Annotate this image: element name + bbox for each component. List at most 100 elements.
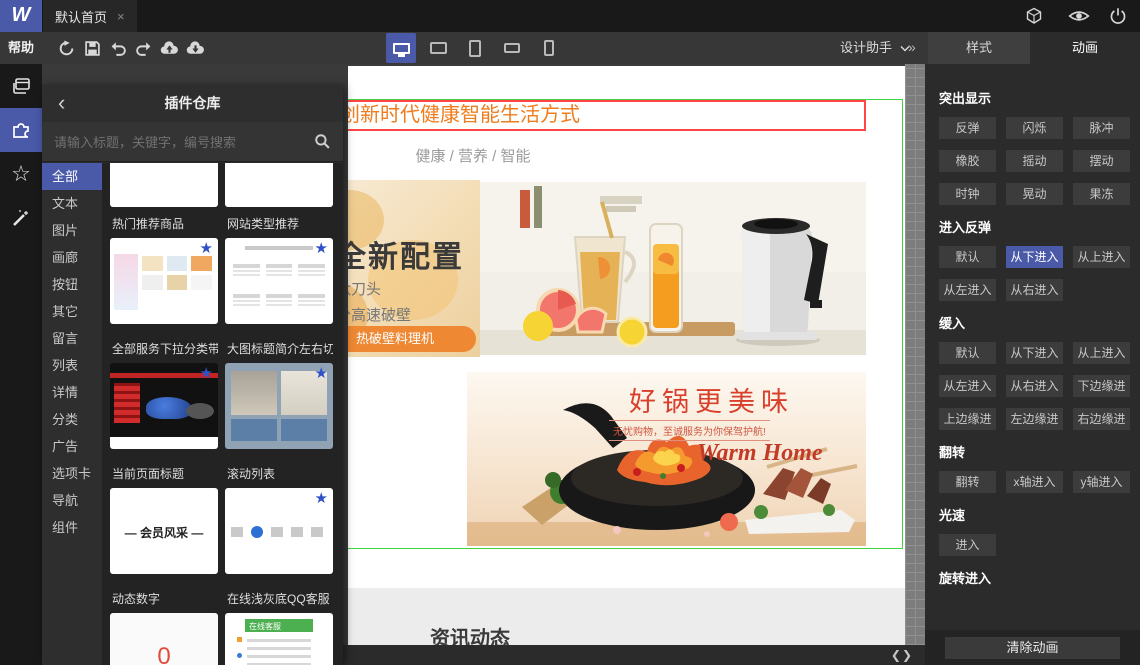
plugin-list-scroll[interactable]: 热门推荐商品 ★ 网站类型推荐 ★ 全部服务下拉分类带... ★ 大图标题简介左右切... ★… [102, 163, 343, 665]
star-badge-icon[interactable]: ★ [315, 491, 328, 506]
plugin-thumbnail[interactable]: ★ [110, 238, 218, 324]
save-icon[interactable] [84, 40, 101, 57]
animation-option-button[interactable]: 摇动 [1006, 150, 1063, 172]
animation-option-button[interactable]: 进入 [939, 534, 996, 556]
plugin-thumbnail[interactable] [225, 163, 333, 207]
page-preview[interactable]: 开创新时代健康智能生活方式 健康 / 营养 / 智能 全新配置 钛刀头 分高速破… [348, 66, 905, 645]
plugin-item[interactable]: 滚动列表 ★ [225, 465, 333, 574]
sidebar-item-wizard[interactable] [0, 196, 42, 240]
sidebar-item-plugins[interactable] [0, 108, 42, 152]
category-item[interactable]: 分类 [42, 406, 102, 433]
category-item[interactable]: 按钮 [42, 271, 102, 298]
animation-option-button[interactable]: 从上进入 [1073, 342, 1130, 364]
canvas-scrollbar[interactable] [905, 64, 925, 645]
category-item[interactable]: 选项卡 [42, 460, 102, 487]
category-item[interactable]: 文本 [42, 190, 102, 217]
animation-option-button[interactable]: 默认 [939, 246, 996, 268]
design-assistant-dropdown[interactable]: 设计助手 [840, 32, 910, 64]
category-item[interactable]: 全部 [42, 163, 102, 190]
category-item[interactable]: 导航 [42, 487, 102, 514]
animation-option-button[interactable]: 脉冲 [1073, 117, 1130, 139]
animation-option-button[interactable]: 摆动 [1073, 150, 1130, 172]
plugin-item[interactable]: 大图标题简介左右切... ★ [225, 340, 333, 449]
eye-icon[interactable] [1068, 7, 1090, 25]
refresh-icon[interactable] [58, 40, 75, 57]
animation-option-button[interactable]: 右边缘进 [1073, 408, 1130, 430]
category-item[interactable]: 画廊 [42, 244, 102, 271]
animation-option-button[interactable]: 从左进入 [939, 375, 996, 397]
category-item[interactable]: 组件 [42, 514, 102, 541]
banner1-button[interactable]: 热破壁料理机 [348, 326, 476, 352]
star-badge-icon[interactable]: ★ [315, 366, 328, 381]
plugin-thumbnail[interactable] [110, 163, 218, 207]
back-chevron-icon[interactable]: ‹ [58, 86, 65, 120]
sidebar-item-pages[interactable] [0, 64, 42, 108]
animation-option-button[interactable]: y轴进入 [1073, 471, 1130, 493]
plugin-item[interactable]: 在线浅灰底QQ客服 在线客服 [225, 590, 333, 665]
category-item[interactable]: 列表 [42, 352, 102, 379]
animation-option-button[interactable]: 时钟 [939, 183, 996, 205]
wok-banner[interactable]: 好锅更美味 无忧购物，至诚服务为你保驾护航! Warm Home [467, 372, 866, 546]
plugin-thumbnail[interactable]: ★ [225, 488, 333, 574]
category-item[interactable]: 详情 [42, 379, 102, 406]
help-button[interactable]: 帮助 [8, 32, 34, 64]
code-view-icon[interactable]: ❮❯ [891, 645, 913, 665]
animation-option-button[interactable]: 反弹 [939, 117, 996, 139]
device-phone-portrait-button[interactable] [534, 33, 564, 63]
plugin-item[interactable]: 全部服务下拉分类带... ★ [110, 340, 218, 449]
animation-option-button[interactable]: 上边缘进 [939, 408, 996, 430]
tab-animation[interactable]: 动画 [1030, 32, 1140, 64]
animation-option-button[interactable]: 从下进入 [1006, 342, 1063, 364]
plugin-item[interactable]: 动态数字 0 [110, 590, 218, 665]
device-desktop-button[interactable] [386, 33, 416, 63]
plugin-search-input[interactable] [42, 122, 302, 162]
animation-option-button[interactable]: 翻转 [939, 471, 996, 493]
plugin-thumbnail[interactable]: ★ [110, 363, 218, 449]
device-phone-landscape-button[interactable] [497, 33, 527, 63]
cloud-download-icon[interactable] [186, 40, 204, 57]
animation-option-button[interactable]: 从右进入 [1006, 279, 1063, 301]
plugin-item[interactable]: 热门推荐商品 ★ [110, 215, 218, 324]
animation-option-button[interactable]: 从右进入 [1006, 375, 1063, 397]
banner1-heading[interactable]: 全新配置 [348, 232, 464, 276]
plugin-thumbnail[interactable]: ★ [225, 238, 333, 324]
power-icon[interactable] [1108, 7, 1128, 25]
banner1-line1[interactable]: 钛刀头 [348, 278, 381, 299]
device-tablet-landscape-button[interactable] [423, 33, 453, 63]
search-icon[interactable] [314, 133, 331, 155]
news-title[interactable]: 资讯动态 [430, 622, 510, 645]
redo-icon[interactable] [135, 40, 152, 57]
category-item[interactable]: 广告 [42, 433, 102, 460]
plugin-item[interactable]: 网站类型推荐 ★ [225, 215, 333, 324]
tab-close-icon[interactable]: × [117, 9, 125, 24]
clear-animation-button[interactable]: 清除动画 [945, 637, 1120, 659]
category-item[interactable]: 图片 [42, 217, 102, 244]
star-badge-icon[interactable]: ★ [200, 241, 213, 256]
animation-option-button[interactable]: 晃动 [1006, 183, 1063, 205]
page-subtitle[interactable]: 健康 / 营养 / 智能 [348, 145, 598, 166]
animation-option-button[interactable]: x轴进入 [1006, 471, 1063, 493]
animation-option-button[interactable]: 果冻 [1073, 183, 1130, 205]
cloud-upload-icon[interactable] [160, 40, 178, 57]
category-item[interactable]: 留言 [42, 325, 102, 352]
animation-option-button[interactable]: 闪烁 [1006, 117, 1063, 139]
star-badge-icon[interactable]: ★ [200, 366, 213, 381]
device-tablet-portrait-button[interactable] [460, 33, 490, 63]
animation-option-button[interactable]: 默认 [939, 342, 996, 364]
selected-text-element[interactable]: 开创新时代健康智能生活方式 [348, 100, 866, 131]
tab-style[interactable]: 样式 [928, 32, 1030, 64]
kettle-photo[interactable] [480, 182, 866, 355]
plugin-item[interactable]: 当前页面标题 — 会员风采 — [110, 465, 218, 574]
plugin-thumbnail[interactable]: 在线客服 [225, 613, 333, 665]
app-logo[interactable]: W [0, 0, 42, 32]
plugin-thumbnail[interactable]: — 会员风采 — [110, 488, 218, 574]
sidebar-item-favorites[interactable]: ☆ [0, 152, 42, 196]
banner1-line2[interactable]: 分高速破壁 [348, 304, 411, 325]
animation-option-button[interactable]: 橡胶 [939, 150, 996, 172]
animation-option-button[interactable]: 从左进入 [939, 279, 996, 301]
animation-option-button[interactable]: 下边缘进 [1073, 375, 1130, 397]
page-tab[interactable]: 默认首页 × [43, 0, 137, 32]
category-item[interactable]: 其它 [42, 298, 102, 325]
plugin-thumbnail[interactable]: ★ [225, 363, 333, 449]
animation-option-button[interactable]: 从下进入 [1006, 246, 1063, 268]
